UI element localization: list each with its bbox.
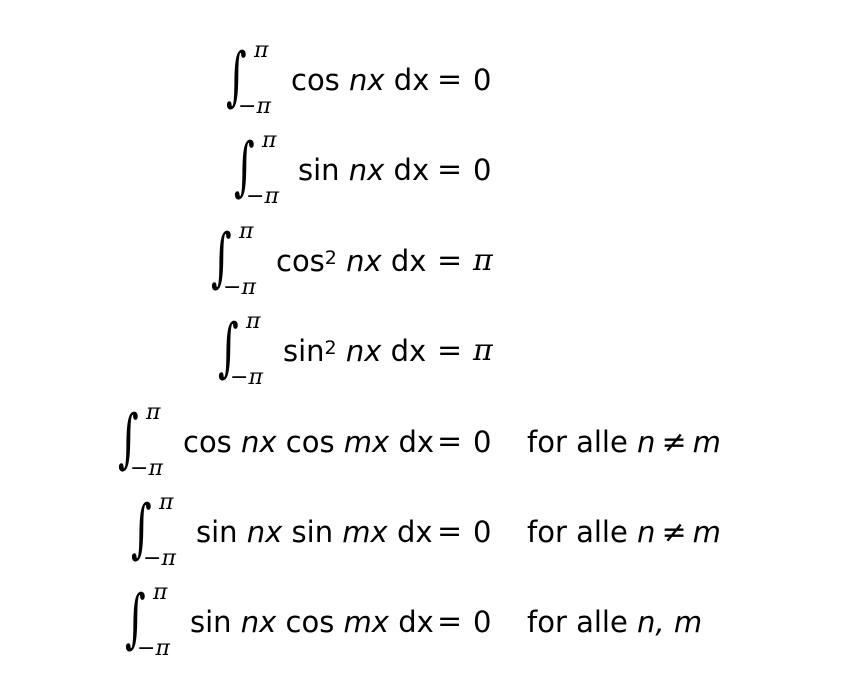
integral-7: ∫ π −π (125, 580, 185, 666)
integral-4: ∫ π −π (218, 309, 278, 395)
equation-6: ∫ π −π sin nx sin mx dx = 0 for alle n ≠ m (0, 490, 850, 576)
equals-sign: = (437, 243, 463, 278)
equals-sign: = (437, 62, 463, 97)
lower-limit: −π (223, 275, 256, 300)
upper-limit: π (254, 38, 269, 63)
upper-limit: π (153, 580, 168, 605)
integral-3: ∫ π −π (211, 219, 271, 305)
integrand-7: sin nx cos mx dx (190, 605, 434, 639)
lower-limit: −π (230, 365, 263, 390)
equals-sign: = (437, 604, 463, 639)
lower-limit: −π (238, 94, 271, 119)
integrand-4: sin2 nx dx (283, 334, 427, 368)
lower-limit: −π (143, 546, 176, 571)
lower-limit: −π (130, 456, 163, 481)
integral-2: ∫ π −π (234, 128, 294, 214)
equation-2: ∫ π −π sin nx dx = 0 (0, 128, 850, 214)
integrand-2: sin nx dx (298, 153, 430, 187)
condition-5: for alle n ≠ m (527, 425, 721, 460)
equation-7: ∫ π −π sin nx cos mx dx = 0 for alle n, … (0, 580, 850, 666)
upper-limit: π (239, 219, 254, 244)
upper-limit: π (159, 490, 174, 515)
equals-sign: = (437, 424, 463, 459)
equals-sign: = (437, 333, 463, 368)
equation-3: ∫ π −π cos2 nx dx = π (0, 219, 850, 305)
integral-1: ∫ π −π (226, 38, 286, 124)
integrand-1: cos nx dx (291, 63, 430, 97)
condition-6: for alle n ≠ m (527, 515, 721, 550)
result-6: 0 (473, 515, 492, 549)
upper-limit: π (262, 128, 277, 153)
integrand-5: cos nx cos mx dx (183, 425, 435, 459)
condition-7: for alle n, m (527, 605, 703, 639)
lower-limit: −π (137, 636, 170, 661)
equation-5: ∫ π −π cos nx cos mx dx = 0 for alle n ≠ m (0, 400, 850, 486)
lower-limit: −π (246, 184, 279, 209)
integrand-3: cos2 nx dx (276, 244, 427, 278)
integrand-6: sin nx sin mx dx (196, 515, 433, 549)
result-2: 0 (473, 153, 492, 187)
result-5: 0 (473, 425, 492, 459)
equation-1: ∫ π −π cos nx dx = 0 (0, 38, 850, 124)
equation-4: ∫ π −π sin2 nx dx = π (0, 309, 850, 395)
upper-limit: π (246, 309, 261, 334)
equals-sign: = (437, 514, 463, 549)
result-4: π (473, 333, 493, 368)
integral-5: ∫ π −π (118, 400, 178, 486)
upper-limit: π (146, 400, 161, 425)
result-7: 0 (473, 605, 492, 639)
result-1: 0 (473, 63, 492, 97)
equals-sign: = (437, 152, 463, 187)
result-3: π (473, 243, 493, 278)
integral-6: ∫ π −π (131, 490, 191, 576)
